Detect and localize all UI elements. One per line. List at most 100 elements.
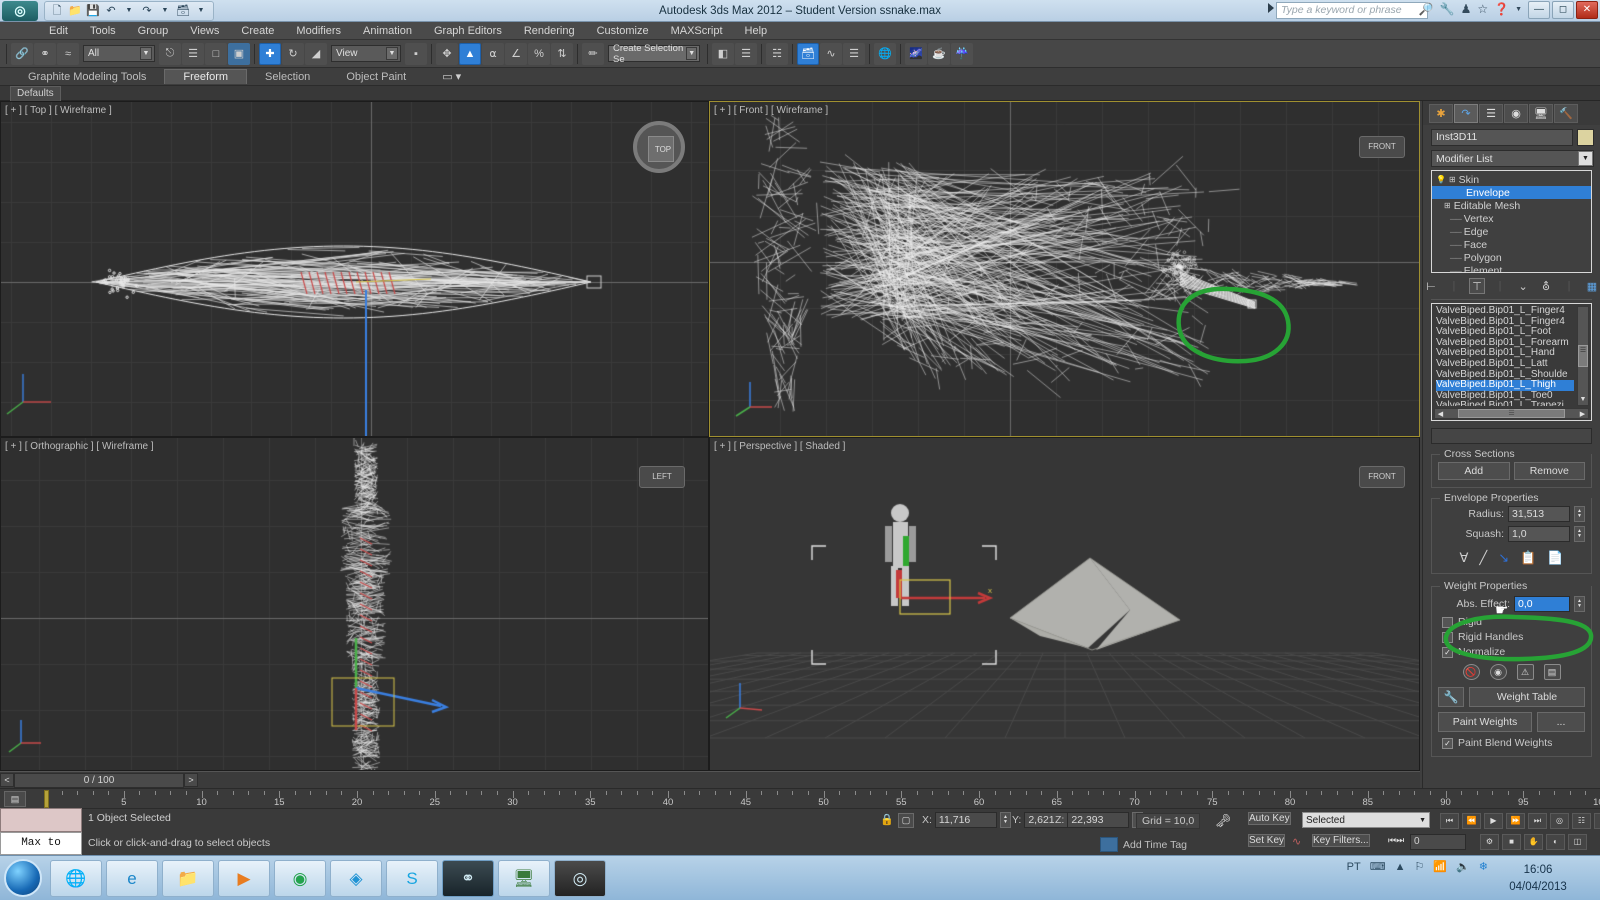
track-bar[interactable]: ▤ 5 10 15 20 25 30 35 40 45 50 55 60 65 70 75 80 85 90 95 1… (0, 788, 1600, 808)
wrench-icon[interactable]: 🔧 (1440, 2, 1455, 16)
object-color-swatch[interactable] (1577, 129, 1594, 146)
stack-item-face[interactable]: ── Face (1432, 238, 1591, 251)
binoculars-icon[interactable]: 🔎 (1419, 2, 1434, 16)
keyboard-shortcut-override-icon[interactable]: ▲ (459, 42, 481, 65)
max-to-physx-label[interactable]: Max to Physc: (0, 832, 82, 870)
keyboard-icon[interactable]: ⌨ (1370, 860, 1386, 873)
question-icon[interactable]: ❓ (1494, 2, 1509, 16)
current-frame-field[interactable]: 0 / 100 (14, 772, 184, 788)
abs-effect-spinner[interactable]: ▲ ▼ (1574, 596, 1585, 612)
stack-item-vertex[interactable]: ── Vertex (1432, 212, 1591, 225)
next-frame-icon[interactable]: ⏩ (1506, 813, 1525, 829)
radius-input[interactable]: 31,513 (1508, 506, 1570, 522)
remove-modifier-icon[interactable]: ⛢ (1538, 278, 1554, 294)
select-and-move-icon[interactable]: ✚ (259, 42, 281, 65)
stack-item-envelope[interactable]: Envelope (1432, 186, 1591, 199)
collapse-icon-skin[interactable]: ⊞ (1449, 175, 1456, 184)
menu-item-views[interactable]: Views (179, 24, 230, 38)
dropbox-icon[interactable]: ❄ (1479, 860, 1488, 873)
taskbar-steam-icon[interactable]: ⚭ (442, 860, 494, 897)
weight-table-button[interactable]: Weight Table (1469, 687, 1585, 707)
select-by-name-icon[interactable]: ☰ (182, 42, 204, 65)
bone-list-horizontal-scrollbar[interactable]: ◀ ☰ ▶ (1434, 408, 1589, 419)
pan-hand-icon[interactable]: ✋ (1524, 834, 1543, 850)
key-step-icon[interactable]: ⏮⏭ (1388, 835, 1404, 846)
menu-item-help[interactable]: Help (734, 24, 779, 38)
radius-spinner[interactable]: ▲ ▼ (1574, 506, 1585, 522)
taskbar-internet-explorer-icon[interactable]: e (106, 860, 158, 897)
taskbar-skype-icon[interactable]: S (386, 860, 438, 897)
reference-coordinate-dropdown[interactable]: View ▼ (331, 45, 401, 62)
taskbar-bittorrent-icon[interactable]: ◈ (330, 860, 382, 897)
unlink-selection-icon[interactable]: ⚭ (34, 42, 56, 65)
tray-language-label[interactable]: PT (1347, 861, 1361, 873)
hscroll-thumb[interactable]: ☰ (1458, 409, 1565, 418)
align-icon[interactable]: ☰ (735, 42, 757, 65)
zoom-region-icon[interactable]: ◎ (1550, 813, 1569, 829)
track-bar-ruler[interactable]: 5 10 15 20 25 30 35 40 45 50 55 60 65 70 75 80 85 90 95 100 (40, 789, 1600, 809)
percent-snap-icon[interactable]: % (528, 42, 550, 65)
sinual-falloff-icon[interactable]: ↘ (1498, 550, 1509, 566)
wrench-icon[interactable]: 🔧 (1438, 687, 1464, 707)
motion-icon[interactable]: ◉ (1504, 104, 1528, 123)
paint-blend-weights-row[interactable]: ✓ Paint Blend Weights (1442, 737, 1585, 749)
add-time-tag[interactable]: Add Time Tag (1100, 837, 1187, 852)
menu-item-tools[interactable]: Tools (79, 24, 127, 38)
scrollbar-thumb[interactable]: ☰ (1578, 345, 1588, 367)
display-icon[interactable]: 🖥 (1529, 104, 1553, 123)
maximize-viewport-toggle-icon[interactable]: ◫ (1568, 834, 1587, 850)
viewport-front[interactable]: [ + ] [ Front ] [ Wireframe ] FRONT (709, 101, 1420, 437)
show-end-result-icon[interactable]: ⊤ (1468, 278, 1486, 294)
orbit-icon[interactable]: ◐ (1546, 834, 1565, 850)
tab-graphite-modeling-tools[interactable]: Graphite Modeling Tools (10, 70, 164, 84)
mirror-icon[interactable]: ◧ (712, 42, 734, 65)
next-frame-button[interactable]: > (184, 773, 198, 787)
copy-icon[interactable]: 📋 (1520, 550, 1536, 566)
network-icon[interactable]: 📶 (1433, 860, 1447, 873)
go-to-start-icon[interactable]: ⏮ (1440, 813, 1459, 829)
viewport-perspective[interactable]: [ + ] [ Perspective ] [ Shaded ] FRONT (709, 437, 1420, 771)
menu-item-animation[interactable]: Animation (352, 24, 423, 38)
stack-item-editable-mesh[interactable]: ⊞ Editable Mesh (1432, 199, 1591, 212)
taskbar-3dsmax-icon[interactable]: ◎ (554, 860, 606, 897)
clock-date[interactable]: 04/04/2013 (1490, 878, 1586, 897)
rigid-checkbox[interactable] (1442, 616, 1453, 628)
modify-icon[interactable]: ↷ (1454, 104, 1478, 123)
time-config-icon[interactable]: ⚙ (1480, 834, 1499, 850)
named-selection-set-dropdown[interactable]: Create Selection Se ▼ (608, 43, 700, 65)
render-setup-icon[interactable]: 🌌 (905, 42, 927, 65)
taskbar-explorer-icon[interactable]: 🌐 (50, 860, 102, 897)
configure-modifier-sets-icon[interactable]: ▦ (1584, 278, 1600, 294)
stack-item-element[interactable]: ── Element (1432, 264, 1591, 273)
selection-filter-dropdown[interactable]: All ▼ (83, 45, 155, 62)
time-playhead[interactable] (44, 790, 49, 808)
lightbulb-icon[interactable]: 💡 (1436, 175, 1446, 184)
toggle-scene-explorer-icon[interactable]: 🗃 (797, 42, 819, 65)
paint-blend-weights-checkbox[interactable]: ✓ (1442, 737, 1453, 749)
play-icon[interactable]: ▶ (1484, 813, 1503, 829)
go-to-end-icon[interactable]: ⏭ (1528, 813, 1547, 829)
menu-item-group[interactable]: Group (127, 24, 180, 38)
paint-options-button[interactable]: ... (1537, 712, 1585, 732)
select-excluded-icon[interactable]: ⚠ (1516, 664, 1534, 680)
add-cross-section-button[interactable]: Add (1438, 462, 1510, 480)
view-cube-top[interactable]: TOP (633, 121, 685, 173)
stack-item-skin[interactable]: 💡 ⊞ Skin (1432, 173, 1591, 186)
edit-named-selection-icon[interactable]: ✏ (582, 42, 604, 65)
taskbar-media-player-icon[interactable]: ▶ (218, 860, 270, 897)
chevron-down-icon-2[interactable]: ▼ (386, 47, 398, 60)
prev-frame-button[interactable]: < (0, 773, 14, 787)
viewport-top[interactable]: [ + ] [ Top ] [ Wireframe ] TOP (0, 101, 709, 437)
modifier-stack[interactable]: 💡 ⊞ Skin Envelope ⊞ Editable Mesh ── Ver… (1431, 170, 1592, 273)
vp-persp-cube[interactable]: FRONT (1359, 466, 1405, 488)
stack-item-polygon[interactable]: ── Polygon (1432, 251, 1591, 264)
bind-to-space-warp-icon[interactable]: ≈ (57, 42, 79, 65)
modifier-list-dropdown[interactable]: Modifier List ▼ (1431, 150, 1594, 167)
taskbar-chrome-icon[interactable]: ◉ (274, 860, 326, 897)
normalize-row[interactable]: ✓ Normalize (1442, 646, 1585, 658)
select-and-manipulate-icon[interactable]: ✥ (436, 42, 458, 65)
set-key-button[interactable]: Set Key (1248, 834, 1286, 847)
utilities-icon[interactable]: 🔨 (1554, 104, 1578, 123)
remove-cross-section-button[interactable]: Remove (1513, 462, 1585, 480)
start-button-icon[interactable] (4, 859, 42, 897)
